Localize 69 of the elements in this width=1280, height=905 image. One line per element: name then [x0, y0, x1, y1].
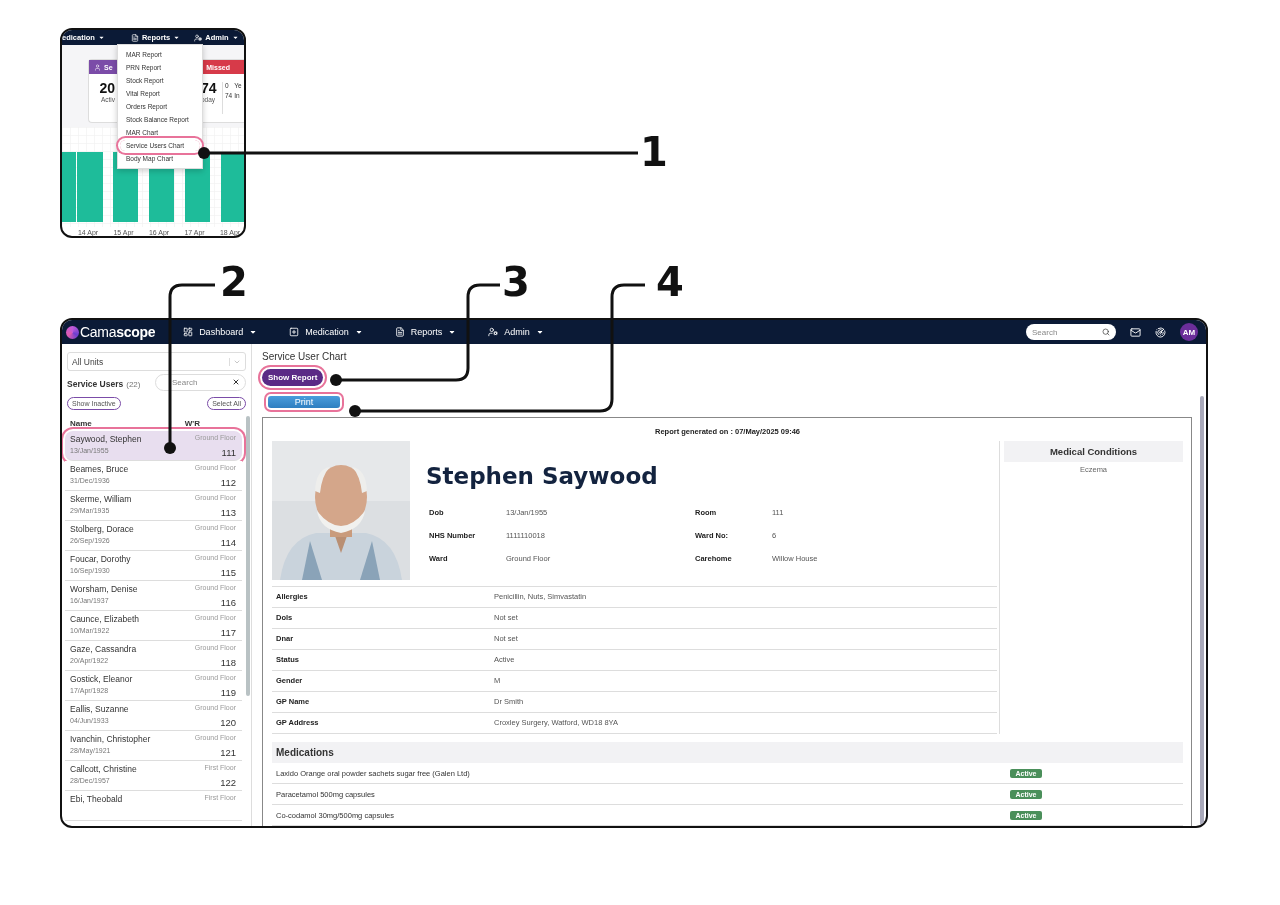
room-number: 111: [220, 446, 236, 460]
resident-name: Worsham, Denise: [70, 584, 139, 596]
callout-number: 1: [640, 132, 668, 172]
column-header[interactable]: Name: [70, 419, 92, 428]
user-icon: [94, 63, 101, 71]
resident-name: Ebi, Theobald: [70, 794, 124, 806]
dashboard-icon: [183, 327, 194, 337]
resident-name: Skerme, William: [70, 494, 133, 506]
logo-icon: [66, 325, 79, 339]
resident-name: Gostick, Eleanor: [70, 674, 134, 686]
document-icon: [394, 327, 405, 337]
resident-name: Callcott, Christine: [70, 764, 138, 776]
radar-icon[interactable]: [1155, 326, 1166, 338]
resident-name: Foucar, Dorothy: [70, 554, 132, 566]
resident-name: Beames, Bruce: [70, 464, 130, 476]
resident-name: Stolberg, Dorace: [70, 524, 135, 536]
scrollbar[interactable]: [1200, 396, 1204, 826]
callout-number: 2: [220, 262, 248, 302]
section-header: Medications: [272, 742, 1183, 763]
resident-name: Saywood, Stephen: [70, 434, 143, 446]
search-field[interactable]: Search: [1026, 324, 1116, 340]
resident-name: Ivanchin, Christopher: [70, 734, 152, 746]
search-icon: [1102, 328, 1110, 336]
callout-number: 4: [656, 262, 684, 302]
caret-icon: [173, 34, 181, 41]
caret-icon: [249, 328, 258, 336]
list-title: Service Users (22): [67, 378, 141, 391]
room-number: 115: [219, 566, 236, 580]
user-avatar[interactable]: AM: [1180, 323, 1198, 341]
nav-item[interactable]: Admin: [484, 327, 548, 337]
document-icon: [130, 33, 139, 42]
caret-icon: [231, 34, 239, 41]
unit-select[interactable]: All Units: [67, 352, 246, 371]
callout-number: 3: [502, 262, 530, 302]
nav-item[interactable]: Medication: [285, 327, 367, 337]
plus-square-icon: [289, 327, 300, 337]
scrollbar[interactable]: [246, 416, 250, 696]
caret-icon: [535, 328, 544, 336]
user-gear-icon: [194, 33, 203, 42]
page-title: Service User Chart: [262, 351, 347, 362]
nav-item[interactable]: Dashboard: [179, 327, 262, 337]
room-number: 119: [219, 686, 236, 700]
user-gear-icon: [488, 327, 499, 337]
resident-name: Stephen Saywood: [426, 463, 659, 489]
room-number: 116: [219, 596, 236, 610]
room-number: 120: [219, 716, 236, 730]
resident-name: Caunce, Elizabeth: [70, 614, 140, 626]
caret-icon: [97, 34, 105, 41]
room-number: 122: [219, 776, 236, 790]
close-icon[interactable]: [232, 378, 240, 386]
room-number: 114: [219, 536, 236, 550]
room-number: 113: [219, 506, 236, 520]
resident-name: Gaze, Cassandra: [70, 644, 138, 656]
caret-icon: [448, 328, 457, 336]
room-number: 118: [219, 656, 236, 670]
chart-bar: [221, 152, 244, 222]
column-header[interactable]: W'R: [184, 419, 200, 428]
section-header: Medical Conditions: [1004, 441, 1183, 462]
room-number: 121: [219, 746, 236, 760]
resident-name: Eallis, Suzanne: [70, 704, 130, 716]
stat-value: 74: [201, 80, 217, 96]
room-number: 117: [219, 626, 236, 640]
nav-item[interactable]: Reports: [390, 327, 461, 337]
room-number: 112: [219, 476, 236, 490]
caret-icon: [354, 328, 363, 336]
mail-icon[interactable]: [1130, 326, 1141, 338]
logo: Camascope: [80, 324, 156, 340]
stat-value: 20: [99, 80, 115, 96]
search-field[interactable]: Search: [155, 373, 246, 391]
